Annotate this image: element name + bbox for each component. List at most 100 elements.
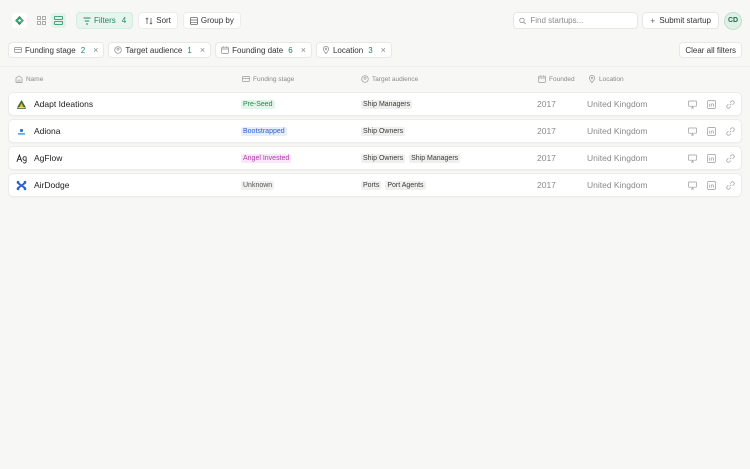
column-header-funding[interactable]: Funding stage [242, 72, 294, 86]
plus-icon: + [650, 15, 656, 26]
table-header: Name Funding stage Target audience Found… [0, 72, 750, 86]
column-header-founded[interactable]: Founded [538, 72, 575, 86]
row-actions [687, 93, 735, 115]
column-header-label: Location [599, 75, 624, 83]
active-filters: Funding stage 2 × Target audience 1 × Fo… [8, 42, 742, 58]
column-header-audience[interactable]: Target audience [361, 72, 418, 86]
location-pin-icon [323, 46, 329, 54]
audience-tag: Ports [361, 180, 382, 190]
adiona-logo-icon [16, 126, 27, 137]
filter-chip-count: 3 [368, 45, 373, 55]
close-icon[interactable]: × [93, 45, 98, 55]
search-box[interactable] [513, 12, 639, 29]
link-icon[interactable] [725, 126, 735, 136]
filter-chip-target-audience[interactable]: Target audience 1 × [108, 42, 212, 58]
funding-icon [242, 76, 250, 82]
audience-tag: Ship Managers [361, 99, 413, 109]
filter-chip-label: Location [332, 45, 364, 55]
link-icon[interactable] [725, 180, 735, 190]
sort-button[interactable]: Sort [138, 12, 178, 29]
startup-name-cell[interactable]: Adiona [16, 120, 60, 142]
column-header-name[interactable]: Name [15, 72, 43, 86]
startup-name-cell[interactable]: AgFlow [16, 147, 62, 169]
filter-chip-label: Founding date [232, 45, 284, 55]
funding-cell: Unknown [241, 174, 275, 196]
airdodge-logo-icon [16, 180, 27, 191]
startup-name: AgFlow [34, 153, 63, 163]
monitor-icon[interactable] [687, 99, 697, 109]
table-row[interactable]: Adiona Bootstrapped Ship Owners 2017 Uni… [8, 119, 742, 143]
close-icon[interactable]: × [200, 45, 205, 55]
table-row[interactable]: AgFlow Angel Invested Ship Owners Ship M… [8, 146, 742, 170]
funding-icon [14, 47, 22, 53]
filter-chip-founding-date[interactable]: Founding date 6 × [215, 42, 312, 58]
funding-badge: Angel Invested [241, 153, 292, 163]
grid-view-button[interactable] [34, 13, 49, 28]
link-icon[interactable] [725, 153, 735, 163]
audience-cell: Ship Owners Ship Managers [361, 147, 464, 169]
monitor-icon[interactable] [687, 126, 697, 136]
column-header-location[interactable]: Location [588, 72, 624, 86]
filter-chip-label: Target audience [125, 45, 183, 55]
founded-year: 2017 [537, 180, 556, 190]
calendar-icon [221, 46, 229, 54]
funding-cell: Bootstrapped [241, 120, 287, 142]
list-view-button[interactable] [51, 13, 66, 28]
monitor-icon[interactable] [687, 180, 697, 190]
startup-name: Adapt Ideations [34, 99, 94, 109]
audience-cell: Ship Managers [361, 93, 416, 115]
linkedin-icon[interactable] [706, 99, 716, 109]
funding-badge: Unknown [241, 180, 275, 190]
monitor-icon[interactable] [687, 153, 697, 163]
location-text: United Kingdom [587, 180, 648, 190]
filters-count: 4 [121, 16, 127, 25]
close-icon[interactable]: × [381, 45, 386, 55]
startup-name-cell[interactable]: AirDodge [16, 174, 69, 196]
linkedin-icon[interactable] [706, 180, 716, 190]
audience-icon [114, 46, 123, 54]
group-icon [190, 16, 198, 25]
founded-year: 2017 [537, 99, 556, 109]
table-row[interactable]: Adapt Ideations Pre-Seed Ship Managers 2… [8, 92, 742, 116]
filter-chip-label: Funding stage [25, 45, 76, 55]
column-header-label: Target audience [372, 75, 419, 83]
submit-startup-label: Submit startup [659, 16, 711, 25]
group-by-button[interactable]: Group by [182, 12, 241, 29]
linkedin-icon[interactable] [706, 126, 716, 136]
app-logo-icon[interactable] [12, 13, 27, 28]
clear-all-filters-button[interactable]: Clear all filters [679, 42, 742, 58]
table-row[interactable]: AirDodge Unknown Ports Port Agents 2017 … [8, 173, 742, 197]
filters-label: Filters [94, 16, 116, 25]
row-actions [687, 147, 735, 169]
startup-name: AirDodge [34, 180, 70, 190]
sort-icon [145, 16, 153, 25]
audience-cell: Ship Owners [361, 120, 409, 142]
filter-chip-count: 1 [187, 45, 192, 55]
filters-button[interactable]: Filters 4 [76, 12, 134, 29]
top-toolbar: Filters 4 Sort Group by + Submit startup… [0, 0, 750, 41]
close-icon[interactable]: × [301, 45, 306, 55]
user-avatar[interactable]: CD [724, 11, 742, 30]
submit-startup-button[interactable]: + Submit startup [642, 12, 719, 29]
grid-icon [37, 16, 46, 25]
location-pin-icon [589, 75, 595, 83]
link-icon[interactable] [725, 99, 735, 109]
startup-name: Adiona [34, 126, 61, 136]
sort-label: Sort [156, 16, 171, 25]
audience-icon [361, 75, 369, 83]
filter-chip-location[interactable]: Location 3 × [315, 42, 392, 58]
audience-cell: Ports Port Agents [361, 174, 430, 196]
linkedin-icon[interactable] [706, 153, 716, 163]
funding-cell: Pre-Seed [241, 93, 275, 115]
row-actions [687, 174, 735, 196]
filter-chip-funding-stage[interactable]: Funding stage 2 × [8, 42, 105, 58]
search-input[interactable] [530, 16, 633, 25]
location-text: United Kingdom [587, 99, 648, 109]
group-by-label: Group by [200, 16, 234, 25]
adapt-ideations-logo-icon [16, 99, 27, 110]
search-icon [519, 17, 527, 24]
startup-name-cell[interactable]: Adapt Ideations [16, 93, 93, 115]
location-text: United Kingdom [587, 153, 648, 163]
column-header-label: Funding stage [253, 75, 295, 83]
audience-tag: Ship Owners [361, 126, 406, 136]
